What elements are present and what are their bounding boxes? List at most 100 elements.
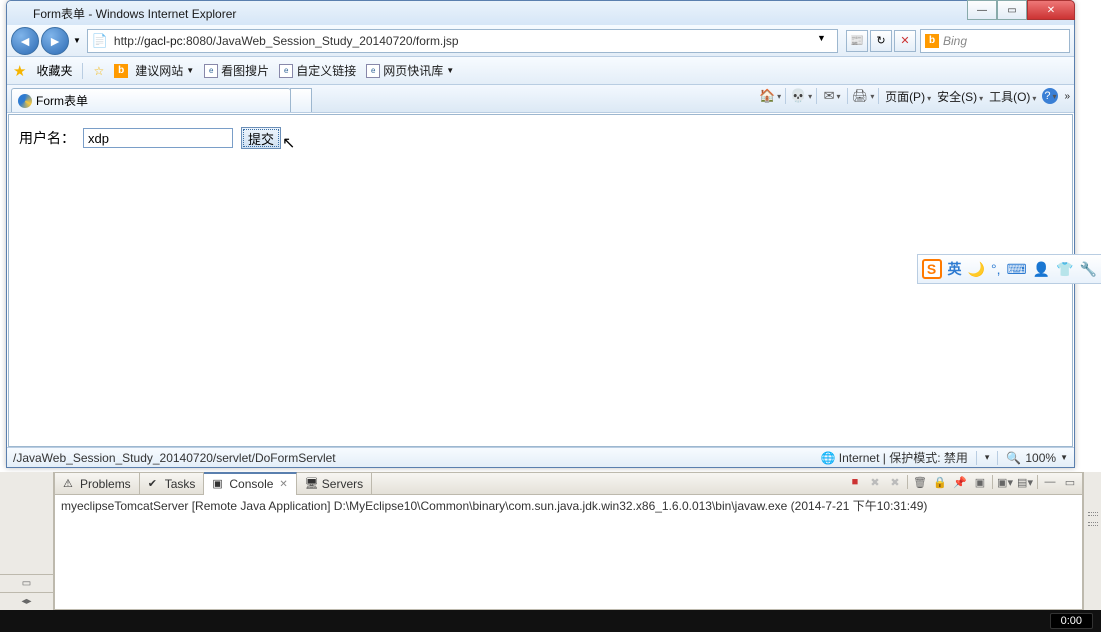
page-icon: e <box>279 64 293 78</box>
favorites-star-icon[interactable]: ★ <box>13 62 26 80</box>
history-dropdown-icon[interactable]: ▼ <box>73 36 81 45</box>
submit-button[interactable]: 提交 <box>241 127 281 149</box>
person-icon[interactable]: 👤 <box>1033 261 1050 278</box>
keyboard-icon[interactable]: ⌨ <box>1006 261 1026 278</box>
forward-button[interactable]: ► <box>41 27 69 55</box>
moon-icon[interactable]: 🌙 <box>968 261 985 278</box>
bing-icon: b <box>114 64 128 78</box>
gutter-button[interactable]: ▭ <box>0 574 53 592</box>
refresh-button[interactable]: ↻ <box>870 30 892 52</box>
console-toolbar: ■ ✖ ✖ 🗑 🔒 📌 ▣ ▣▾ ▤▾ — ▭ <box>847 474 1078 490</box>
status-text: /JavaWeb_Session_Study_20140720/servlet/… <box>13 451 821 465</box>
link-item[interactable]: e自定义链接 <box>279 62 356 79</box>
link-item[interactable]: e看图搜片 <box>204 62 269 79</box>
form-row: 用户名： 提交 <box>19 127 1062 149</box>
pin-console-button[interactable]: 📌 <box>952 474 968 490</box>
minimize-button[interactable]: — <box>967 0 997 20</box>
skin-icon[interactable]: 👕 <box>1056 261 1073 278</box>
sogou-ime-bar[interactable]: S 英 🌙 °, ⌨ 👤 👕 🔧 <box>917 254 1101 284</box>
tab-problems[interactable]: ⚠Problems <box>55 473 140 494</box>
stop-button[interactable]: ✕ <box>894 30 916 52</box>
address-bar[interactable]: 📄 http://gacl-pc:8080/JavaWeb_Session_St… <box>87 29 838 53</box>
safety-menu[interactable]: 安全(S) <box>937 88 983 105</box>
home-button[interactable]: 🏠 <box>761 87 779 105</box>
separator <box>785 88 786 104</box>
command-bar: 🏠 💀 ✉ 🖨 页面(P) 安全(S) 工具(O) ? » <box>761 87 1070 105</box>
remove-all-button[interactable]: ✖ <box>887 474 903 490</box>
ime-lang[interactable]: 英 <box>948 259 962 279</box>
search-box[interactable]: b Bing <box>920 29 1070 53</box>
title-bar[interactable]: Form表单 - Windows Internet Explorer — ▭ ✕ <box>7 1 1074 25</box>
console-icon: ▣ <box>212 477 226 491</box>
minimize-view-button[interactable]: — <box>1042 474 1058 490</box>
ie-window: Form表单 - Windows Internet Explorer — ▭ ✕… <box>6 0 1075 468</box>
punct-icon[interactable]: °, <box>991 261 1001 277</box>
open-console-button[interactable]: ▣▾ <box>997 474 1013 490</box>
print-button[interactable]: 🖨 <box>854 87 872 105</box>
eclipse-panel: ▭ ◂▸ ⚠Problems ✔Tasks ▣Console ✕ 🖥Server… <box>0 472 1101 610</box>
eclipse-left-gutter: ▭ ◂▸ <box>0 472 54 610</box>
link-item[interactable]: e网页快讯库 ▼ <box>366 62 454 79</box>
separator <box>847 88 848 104</box>
tab-title: Form表单 <box>36 92 88 109</box>
gutter-button[interactable]: ◂▸ <box>0 592 53 610</box>
page-menu[interactable]: 页面(P) <box>885 88 931 105</box>
rss-button[interactable]: 💀 <box>792 87 810 105</box>
separator <box>816 88 817 104</box>
favorites-label[interactable]: 收藏夹 <box>36 62 72 79</box>
globe-icon: 🌐 <box>821 451 836 465</box>
zoom-control[interactable]: 🔍 100% ▼ <box>1006 451 1068 465</box>
scroll-lock-button[interactable]: 🔒 <box>932 474 948 490</box>
url-dropdown-icon[interactable]: ▼ <box>817 33 833 49</box>
tools-menu[interactable]: 工具(O) <box>989 88 1036 105</box>
new-console-button[interactable]: ▤▾ <box>1017 474 1033 490</box>
close-button[interactable]: ✕ <box>1027 0 1075 20</box>
zoom-value: 100% <box>1025 451 1056 465</box>
add-favorite-icon[interactable]: ☆ <box>93 64 104 78</box>
browser-tab[interactable]: Form表单 <box>11 88 291 112</box>
tab-tasks[interactable]: ✔Tasks <box>140 473 205 494</box>
display-console-button[interactable]: ▣ <box>972 474 988 490</box>
search-placeholder: Bing <box>943 34 967 48</box>
console-body[interactable]: myeclipseTomcatServer [Remote Java Appli… <box>55 495 1082 609</box>
suggested-sites-link[interactable]: b建议网站 ▼ <box>114 62 194 79</box>
page-content: 用户名： 提交 ↖ <box>8 114 1073 447</box>
sogou-logo-icon: S <box>922 259 942 279</box>
eclipse-main: ⚠Problems ✔Tasks ▣Console ✕ 🖥Servers ■ ✖… <box>54 472 1083 610</box>
chevron-right-icon[interactable]: » <box>1064 91 1070 102</box>
separator <box>1037 475 1038 489</box>
status-bar: /JavaWeb_Session_Study_20140720/servlet/… <box>7 447 1074 467</box>
window-controls: — ▭ ✕ <box>967 0 1075 20</box>
clear-console-button[interactable]: 🗑 <box>912 474 928 490</box>
tab-console[interactable]: ▣Console ✕ <box>204 472 296 495</box>
help-button[interactable]: ? <box>1042 88 1058 104</box>
nav-bar: ◄ ► ▼ 📄 http://gacl-pc:8080/JavaWeb_Sess… <box>7 25 1074 57</box>
new-tab-button[interactable] <box>290 88 312 112</box>
username-label: 用户名： <box>19 128 75 148</box>
maximize-view-button[interactable]: ▭ <box>1062 474 1078 490</box>
separator <box>992 475 993 489</box>
close-icon[interactable]: ✕ <box>279 479 287 490</box>
sash-handle-icon[interactable] <box>1088 512 1098 516</box>
tab-servers[interactable]: 🖥Servers <box>297 473 372 494</box>
separator <box>997 451 998 465</box>
taskbar[interactable]: 0:00 <box>0 610 1101 632</box>
console-line: myeclipseTomcatServer [Remote Java Appli… <box>61 497 1076 514</box>
compat-view-button[interactable]: 📰 <box>846 30 868 52</box>
back-button[interactable]: ◄ <box>11 27 39 55</box>
tool-icon[interactable]: 🔧 <box>1080 261 1097 278</box>
mail-button[interactable]: ✉ <box>823 87 841 105</box>
separator <box>878 88 879 104</box>
protected-mode-dropdown-icon[interactable]: ▾ <box>985 452 990 463</box>
terminate-button[interactable]: ■ <box>847 474 863 490</box>
page-icon: e <box>366 64 380 78</box>
separator <box>907 475 908 489</box>
servers-icon: 🖥 <box>305 477 319 491</box>
maximize-button[interactable]: ▭ <box>997 0 1027 20</box>
taskbar-clock[interactable]: 0:00 <box>1050 613 1093 629</box>
remove-terminated-button[interactable]: ✖ <box>867 474 883 490</box>
url-text: http://gacl-pc:8080/JavaWeb_Session_Stud… <box>112 34 813 48</box>
sash-handle-icon[interactable] <box>1088 522 1098 526</box>
username-input[interactable] <box>83 128 233 148</box>
chevron-down-icon[interactable]: ▼ <box>1060 453 1068 462</box>
